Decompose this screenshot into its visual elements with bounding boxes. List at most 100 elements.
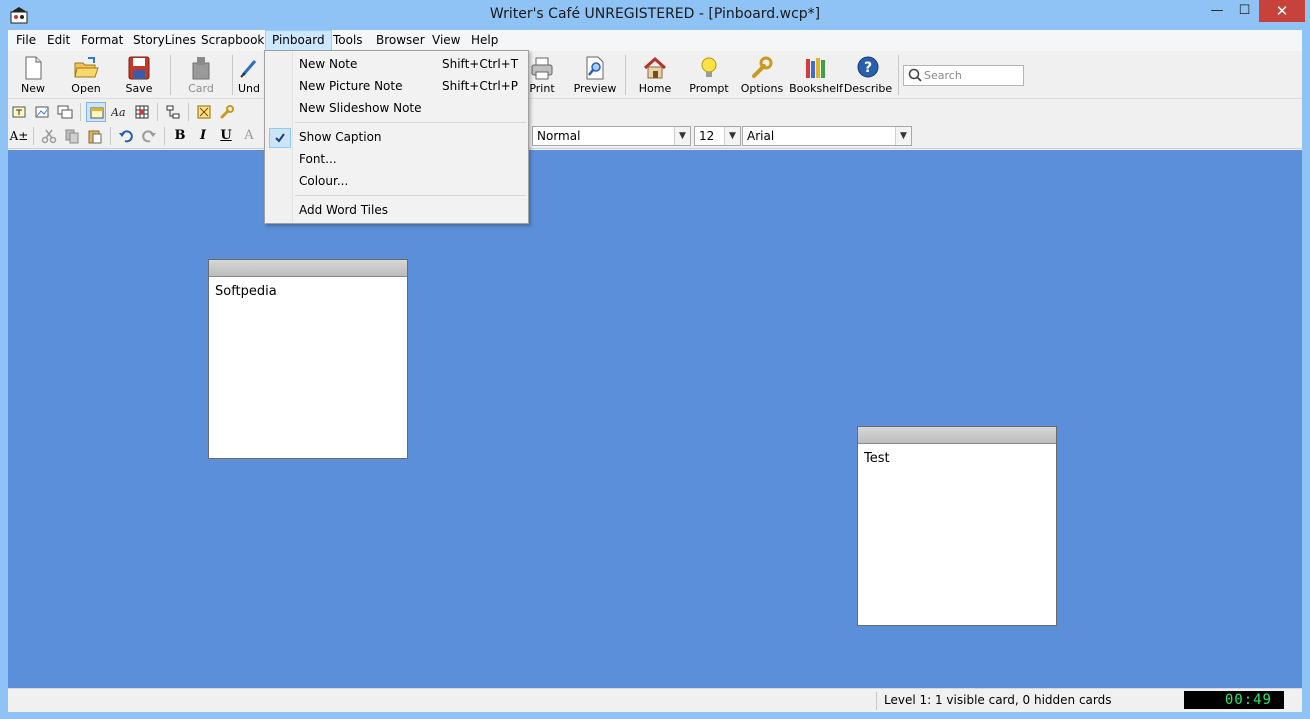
open-label: Open <box>71 82 101 95</box>
pinboard-card[interactable]: Test <box>857 426 1057 626</box>
copy-button[interactable] <box>62 126 82 146</box>
text-note-button[interactable] <box>9 102 29 122</box>
menu-item-new-picture-note[interactable]: New Picture Note Shift+Ctrl+P <box>267 75 526 97</box>
undo-button[interactable]: Und <box>234 53 264 97</box>
close-button[interactable]: ✕ <box>1259 0 1305 22</box>
chevron-down-icon[interactable]: ▼ <box>724 127 740 145</box>
pinboard-dropdown-menu: New Note Shift+Ctrl+T New Picture Note S… <box>264 50 529 224</box>
show-caption-toggle[interactable] <box>86 102 106 122</box>
card-text[interactable]: Test <box>858 444 1056 473</box>
menu-separator <box>295 195 526 196</box>
italic-button[interactable]: I <box>193 126 213 146</box>
preview-label: Preview <box>573 82 617 95</box>
home-label: Home <box>638 82 672 95</box>
lightbulb-icon <box>701 57 717 77</box>
menu-item-label: Font... <box>299 152 337 166</box>
menu-format[interactable]: Format <box>75 30 129 51</box>
search-box[interactable] <box>903 65 1024 86</box>
home-icon <box>643 56 667 79</box>
copy-icon <box>65 129 79 144</box>
font-size-button[interactable]: A± <box>9 126 29 146</box>
menu-scrapbook[interactable]: Scrapbook <box>195 30 270 51</box>
view-toolbar: Aa <box>8 100 1302 124</box>
font-size-combo-value: 12 <box>699 129 715 143</box>
pinboard-options-button[interactable] <box>217 102 237 122</box>
font-size-combo[interactable]: 12 ▼ <box>694 126 741 146</box>
status-divider <box>876 692 877 710</box>
font-color-button[interactable]: A <box>239 126 259 146</box>
toolbar-separator <box>232 55 233 95</box>
minimize-button[interactable]: — <box>1203 0 1231 22</box>
status-bar: Level 1: 1 visible card, 0 hidden cards … <box>8 688 1302 712</box>
menu-storylines[interactable]: StoryLines <box>127 30 202 51</box>
style-combo-value: Normal <box>537 129 581 143</box>
toolbar-separator <box>157 103 158 121</box>
undo-label: Und <box>237 82 260 95</box>
menu-item-show-caption[interactable]: Show Caption <box>267 126 526 148</box>
describe-label: Describe <box>843 82 893 95</box>
save-disk-icon <box>128 56 150 80</box>
chevron-down-icon[interactable]: ▼ <box>895 127 911 145</box>
font-button[interactable]: Aa <box>109 102 129 122</box>
cut-button[interactable] <box>39 126 59 146</box>
search-input[interactable] <box>924 68 1020 83</box>
menu-tools[interactable]: Tools <box>327 30 369 51</box>
menu-item-label: Add Word Tiles <box>299 203 388 217</box>
chevron-down-icon[interactable]: ▼ <box>674 127 690 145</box>
picture-note-button[interactable] <box>32 102 52 122</box>
undo-small-button[interactable] <box>116 126 136 146</box>
font-family-combo[interactable]: Arial ▼ <box>742 126 912 146</box>
menu-view[interactable]: View <box>426 30 466 51</box>
toolbar-separator <box>898 55 899 95</box>
menu-pinboard[interactable]: Pinboard <box>265 30 332 51</box>
bold-button[interactable]: B <box>170 126 190 146</box>
font-family-combo-value: Arial <box>747 129 775 143</box>
save-button[interactable]: Save <box>113 53 165 97</box>
svg-text:Aa: Aa <box>111 106 126 119</box>
toolbar-separator <box>164 127 165 145</box>
style-combo[interactable]: Normal ▼ <box>532 126 691 146</box>
menu-browser[interactable]: Browser <box>370 30 431 51</box>
toolbar-separator <box>170 55 171 95</box>
menu-item-font[interactable]: Font... <box>267 148 526 170</box>
maximize-button[interactable]: ☐ <box>1231 0 1258 22</box>
outline-button[interactable] <box>163 102 183 122</box>
new-button[interactable]: New <box>7 53 59 97</box>
menu-edit[interactable]: Edit <box>41 30 76 51</box>
card-icon <box>192 57 210 80</box>
card-caption-bar[interactable] <box>858 427 1056 444</box>
fit-arrows-icon <box>197 105 211 119</box>
paste-button[interactable] <box>85 126 105 146</box>
menu-item-colour[interactable]: Colour... <box>267 170 526 192</box>
slideshow-note-button[interactable] <box>55 102 75 122</box>
pinboard-canvas[interactable]: Softpedia Test <box>8 150 1302 688</box>
menu-item-new-slideshow-note[interactable]: New Slideshow Note <box>267 97 526 119</box>
card-label: Card <box>188 82 214 95</box>
menu-item-add-word-tiles[interactable]: Add Word Tiles <box>267 199 526 221</box>
options-button[interactable]: Options <box>736 53 788 97</box>
card-caption-bar[interactable] <box>209 260 407 277</box>
colour-grid-button[interactable] <box>132 102 152 122</box>
card-text[interactable]: Softpedia <box>209 277 407 306</box>
menu-item-label: New Note <box>299 57 358 71</box>
menu-item-new-note[interactable]: New Note Shift+Ctrl+T <box>267 53 526 75</box>
describe-button[interactable]: ? Describe <box>842 53 894 97</box>
menu-item-label: New Slideshow Note <box>299 101 422 115</box>
menu-help[interactable]: Help <box>465 30 504 51</box>
underline-button[interactable]: U <box>216 126 236 146</box>
home-button[interactable]: Home <box>629 53 681 97</box>
prompt-button[interactable]: Prompt <box>683 53 735 97</box>
open-button[interactable]: Open <box>60 53 112 97</box>
zoom-fit-button[interactable] <box>194 102 214 122</box>
paste-clipboard-icon <box>88 130 102 144</box>
bookshelf-button[interactable]: Bookshelf <box>789 53 843 97</box>
toolbar-separator <box>110 127 111 145</box>
pinboard-card[interactable]: Softpedia <box>208 259 408 459</box>
picture-icon <box>35 106 49 118</box>
preview-button[interactable]: Preview <box>569 53 621 97</box>
redo-small-button[interactable] <box>139 126 159 146</box>
card-button[interactable]: Card <box>175 53 227 97</box>
menu-file[interactable]: File <box>10 30 42 51</box>
help-question-icon: ? <box>857 56 879 78</box>
main-toolbar: New Open Save Card Und Print Preview Hom… <box>8 51 1302 99</box>
